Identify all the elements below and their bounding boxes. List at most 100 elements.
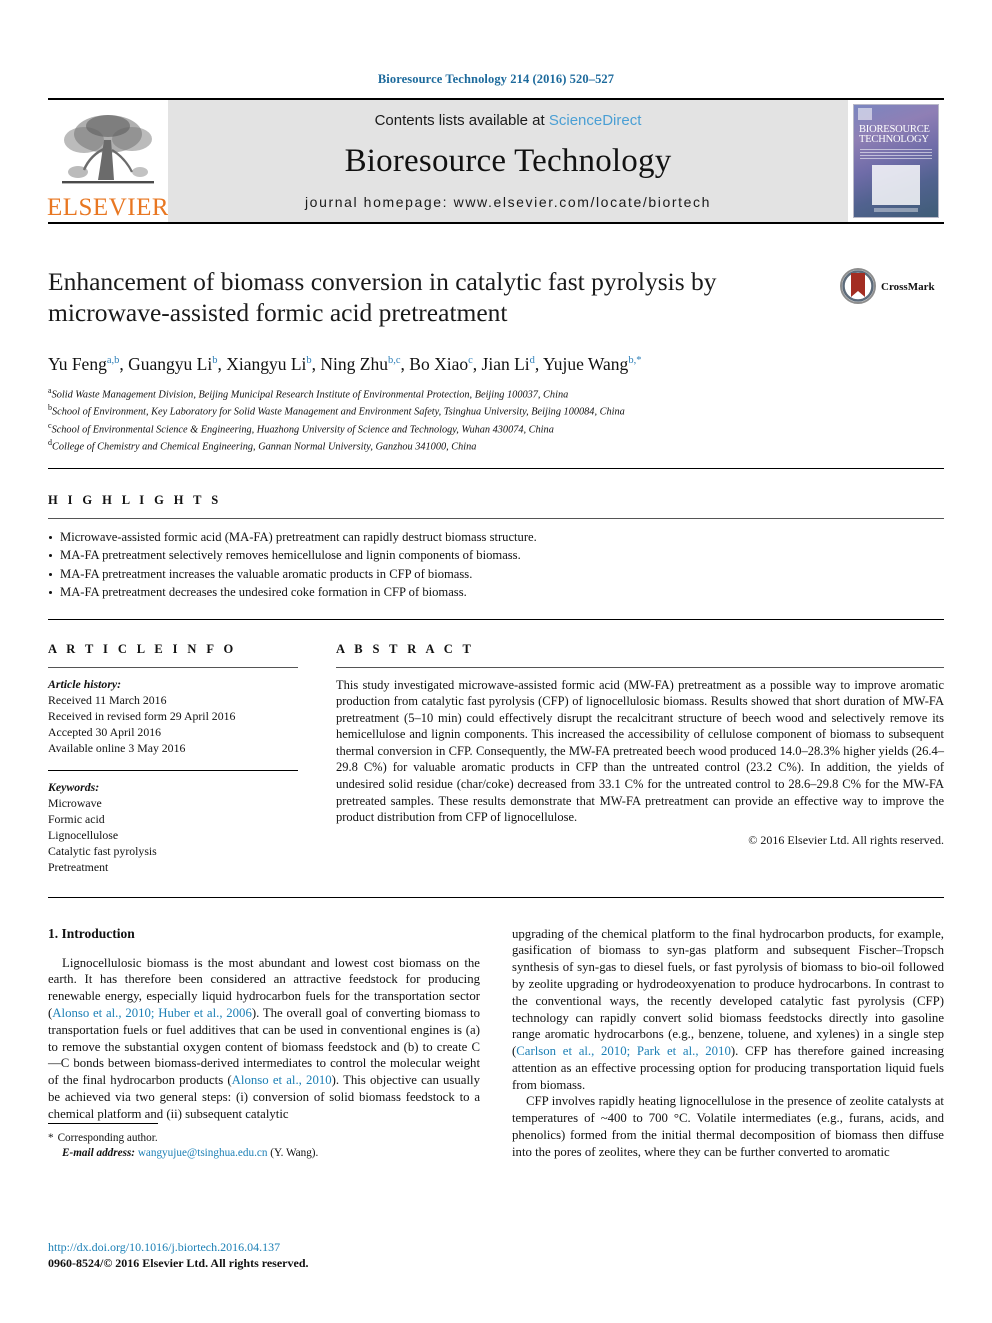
affiliation-item: cSchool of Environmental Science & Engin…	[48, 419, 944, 436]
highlights-section: H I G H L I G H T S Microwave-assisted f…	[48, 493, 944, 602]
cover-image: BIORESOURCE TECHNOLOGY	[853, 104, 939, 218]
keywords-label: Keywords:	[48, 779, 100, 794]
highlights-rule: Microwave-assisted formic acid (MA-FA) p…	[48, 517, 944, 602]
keywords-rule	[48, 769, 298, 771]
footnote-block: * Corresponding author. E-mail address: w…	[48, 1122, 480, 1161]
title-column: Enhancement of biomass conversion in cat…	[48, 266, 840, 328]
asterisk-icon: *	[48, 1131, 54, 1144]
cover-publisher-mark	[858, 108, 872, 120]
affiliations-bottom-rule	[48, 467, 944, 469]
author-name: Xiangyu Li	[226, 353, 307, 374]
highlight-item: MA-FA pretreatment decreases the undesir…	[48, 583, 944, 602]
article-history-item: Accepted 30 April 2016	[48, 724, 162, 739]
journal-homepage[interactable]: journal homepage: www.elsevier.com/locat…	[305, 194, 711, 210]
author-sep: ,	[400, 353, 410, 374]
article-history-item: Received in revised form 29 April 2016	[48, 708, 236, 723]
body-columns: 1. Introduction Lignocellulosic biomass …	[48, 926, 944, 1161]
author-affil-marker[interactable]: a,b	[107, 355, 120, 366]
affiliation-text: College of Chemistry and Chemical Engine…	[52, 441, 477, 453]
author-sep: ,	[217, 353, 227, 374]
paragraph: CFP involves rapidly heating lignocellul…	[512, 1094, 944, 1159]
author-affil-marker[interactable]: b,*	[628, 355, 641, 366]
keyword-item: Catalytic fast pyrolysis	[48, 843, 157, 858]
author-sep: ,	[119, 353, 129, 374]
article-info-heading: A R T I C L E I N F O	[48, 641, 237, 656]
email-label: E-mail address:	[62, 1146, 136, 1159]
cover-title-line2: TECHNOLOGY	[859, 134, 929, 145]
crossmark-badge[interactable]: CrossMark	[840, 266, 944, 328]
cover-figure	[872, 165, 920, 205]
keyword-item: Formic acid	[48, 811, 105, 826]
author-name: Jian Li	[481, 353, 530, 374]
affiliation-text: School of Environmental Science & Engine…	[51, 424, 554, 436]
author-name: Yujue Wang	[543, 353, 629, 374]
article-info-section: A R T I C L E I N F O Article history: R…	[48, 642, 298, 875]
running-head: Bioresource Technology 214 (2016) 520–52…	[377, 72, 615, 86]
abstract-text: This study investigated microwave-assist…	[336, 677, 944, 825]
journal-title: Bioresource Technology	[344, 143, 672, 179]
article-history-item: Received 11 March 2016	[48, 692, 167, 707]
abstract-heading: A B S T R A C T	[336, 641, 475, 656]
masthead-bottom-rule	[48, 222, 944, 224]
issn-copyright: 0960-8524/© 2016 Elsevier Ltd. All right…	[48, 1255, 309, 1270]
contents-available-line: Contents lists available at ScienceDirec…	[375, 112, 642, 129]
elsevier-tree-icon	[62, 115, 154, 184]
affiliation-list: aSolid Waste Management Division, Beijin…	[48, 384, 944, 454]
affiliation-text: School of Environment, Key Laboratory fo…	[52, 406, 625, 418]
author-list: Yu Fenga,b, Guangyu Lib, Xiangyu Lib, Ni…	[48, 350, 944, 375]
introduction-heading: 1. Introduction	[48, 925, 135, 941]
email-owner: (Y. Wang).	[270, 1146, 319, 1159]
author-name: Yu Feng	[48, 353, 107, 374]
journal-cover-thumbnail: BIORESOURCE TECHNOLOGY	[848, 100, 944, 222]
info-abstract-row: A R T I C L E I N F O Article history: R…	[48, 642, 944, 875]
author-item: Xiangyu Lib,	[226, 354, 320, 374]
author-item: Ning Zhub,c,	[320, 354, 409, 374]
author-sep: ,	[472, 353, 482, 374]
body-left-column: 1. Introduction Lignocellulosic biomass …	[48, 926, 480, 1161]
affiliation-text: Solid Waste Management Division, Beijing…	[51, 389, 569, 401]
highlights-heading: H I G H L I G H T S	[48, 492, 222, 507]
sciencedirect-link[interactable]: ScienceDirect	[549, 112, 642, 129]
cover-footer-block	[874, 208, 918, 212]
crossmark-icon	[840, 268, 876, 304]
abstract-bottom-rule	[48, 896, 944, 898]
masthead-center: Contents lists available at ScienceDirec…	[168, 100, 848, 222]
affiliation-item: bSchool of Environment, Key Laboratory f…	[48, 401, 944, 418]
citation-link[interactable]: Carlson et al., 2010; Park et al., 2010	[516, 1044, 731, 1058]
citation-link[interactable]: Alonso et al., 2010	[232, 1073, 332, 1087]
contents-prefix: Contents lists available at	[374, 112, 549, 129]
abstract-copyright: © 2016 Elsevier Ltd. All rights reserved…	[748, 832, 944, 847]
page-title: Enhancement of biomass conversion in cat…	[48, 267, 717, 327]
cover-subtext-block	[860, 149, 932, 161]
author-name: Bo Xiao	[409, 353, 469, 374]
author-item: Jian Lid,	[482, 354, 543, 374]
paragraph-text: upgrading of the chemical platform to th…	[512, 926, 944, 1059]
keyword-item: Pretreatment	[48, 859, 109, 874]
author-sep: ,	[534, 353, 544, 374]
author-name: Guangyu Li	[128, 353, 213, 374]
author-affil-marker[interactable]: b,c	[388, 355, 401, 366]
elsevier-wordmark: ELSEVIER	[46, 194, 170, 221]
doi-link[interactable]: http://dx.doi.org/10.1016/j.biortech.201…	[48, 1240, 468, 1256]
affiliation-item: aSolid Waste Management Division, Beijin…	[48, 384, 944, 401]
body-right-column: upgrading of the chemical platform to th…	[512, 926, 944, 1161]
article-history-label: Article history:	[48, 676, 122, 691]
cover-title: BIORESOURCE TECHNOLOGY	[859, 124, 933, 145]
highlight-item: Microwave-assisted formic acid (MA-FA) p…	[48, 528, 944, 547]
keyword-item: Microwave	[48, 795, 102, 810]
page-footer: http://dx.doi.org/10.1016/j.biortech.201…	[48, 1240, 468, 1271]
journal-masthead: ELSEVIER Contents lists available at Sci…	[46, 100, 944, 222]
keyword-item: Lignocellulose	[48, 827, 119, 842]
corresponding-author-text: Corresponding author.	[57, 1131, 158, 1144]
highlight-item: MA-FA pretreatment selectively removes h…	[48, 546, 944, 565]
author-name: Ning Zhu	[320, 353, 388, 374]
author-item: Yu Fenga,b,	[48, 354, 128, 374]
paragraph: upgrading of the chemical platform to th…	[512, 926, 944, 1094]
author-item: Guangyu Lib,	[128, 354, 226, 374]
abstract-section: A B S T R A C T This study investigated …	[336, 642, 944, 875]
citation-link[interactable]: Alonso et al., 2010; Huber et al., 2006	[52, 1006, 252, 1020]
affiliation-item: dCollege of Chemistry and Chemical Engin…	[48, 436, 944, 453]
crossmark-label: CrossMark	[881, 281, 935, 293]
email-line: E-mail address: wangyujue@tsinghua.edu.c…	[48, 1146, 480, 1161]
email-link[interactable]: wangyujue@tsinghua.edu.cn	[138, 1147, 268, 1159]
